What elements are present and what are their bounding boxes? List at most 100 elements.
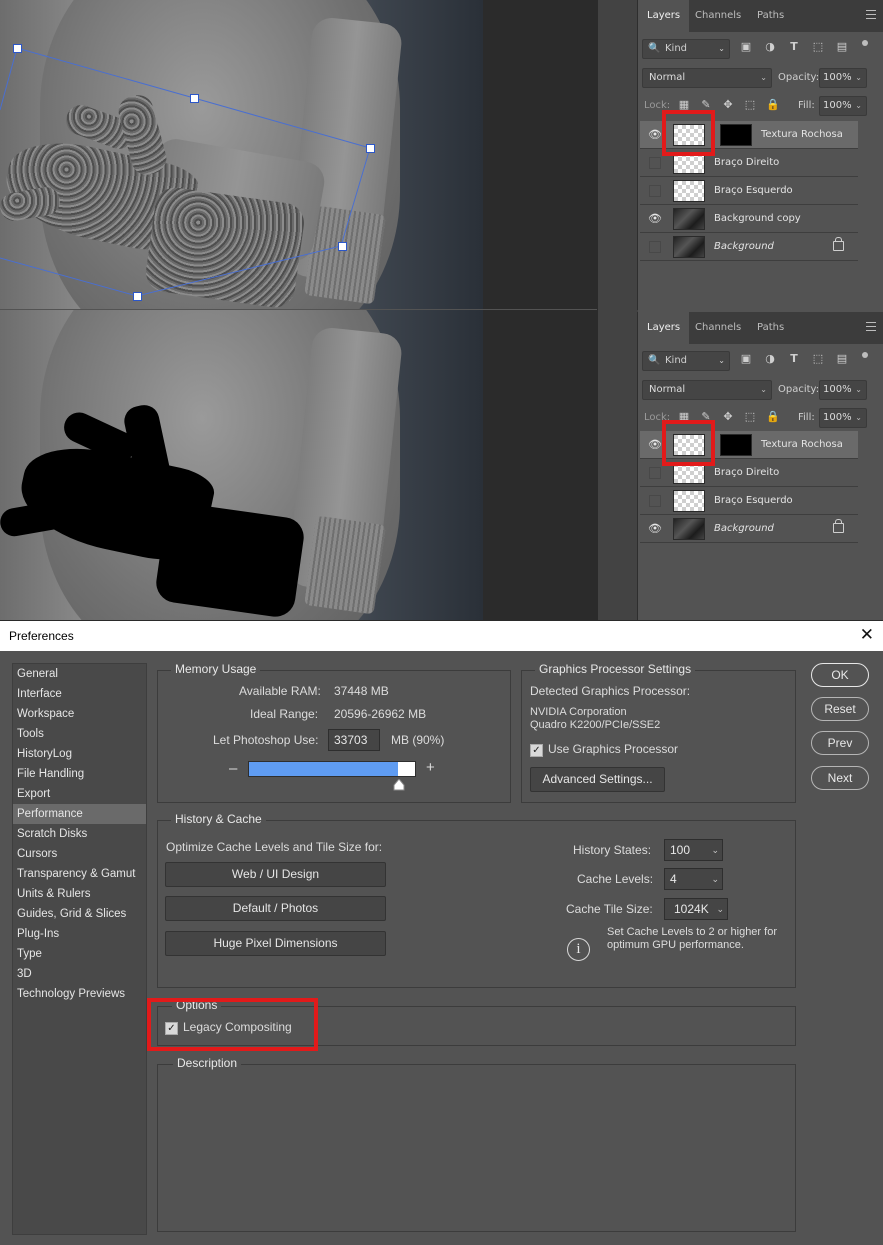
fill-input[interactable]: 100% ⌄ <box>819 96 867 116</box>
reset-button[interactable]: Reset <box>811 697 869 721</box>
canvas-top[interactable] <box>0 0 483 309</box>
nav-item-plug-ins[interactable]: Plug-Ins <box>13 924 146 944</box>
visibility-toggle[interactable] <box>649 185 661 197</box>
nav-item-units-rulers[interactable]: Units & Rulers <box>13 884 146 904</box>
visibility-toggle[interactable] <box>649 157 661 169</box>
lock-position-icon[interactable]: ✥ <box>722 99 734 111</box>
cache-tile-size-label: Cache Tile Size: <box>566 902 653 916</box>
transform-handle[interactable] <box>133 292 142 301</box>
nav-item-performance[interactable]: Performance <box>13 804 146 824</box>
cache-levels-input[interactable]: 4 ⌄ <box>664 868 723 890</box>
kind-filter[interactable]: 🔍 Kind ⌄ <box>642 39 730 59</box>
type-filter-icon[interactable]: T <box>788 353 800 365</box>
web-ui-design-button[interactable]: Web / UI Design <box>165 862 386 887</box>
visibility-eye-icon[interactable]: 👁 <box>648 212 662 225</box>
lock-artboard-icon[interactable]: ⬚ <box>744 411 756 423</box>
slider-thumb-icon[interactable] <box>393 779 405 791</box>
visibility-toggle[interactable] <box>649 495 661 507</box>
layer-name: Braço Esquerdo <box>714 495 793 506</box>
layer-mask-thumbnail[interactable] <box>720 124 752 146</box>
tab-layers[interactable]: Layers <box>638 312 690 344</box>
nav-item-export[interactable]: Export <box>13 784 146 804</box>
tab-channels[interactable]: Channels <box>686 0 750 32</box>
visibility-eye-icon[interactable]: 👁 <box>648 128 662 141</box>
smart-object-filter-icon[interactable]: ▤ <box>836 353 848 365</box>
adjustment-filter-icon[interactable]: ◑ <box>764 41 776 53</box>
panel-menu-icon[interactable] <box>866 322 876 331</box>
panel-menu-icon[interactable] <box>866 10 876 19</box>
visibility-eye-icon[interactable]: 👁 <box>648 522 662 535</box>
lock-all-icon[interactable]: 🔒 <box>766 411 780 423</box>
nav-item-workspace[interactable]: Workspace <box>13 704 146 724</box>
advanced-settings-button[interactable]: Advanced Settings... <box>530 767 665 792</box>
lock-all-icon[interactable]: 🔒 <box>766 99 780 111</box>
nav-item-transparency-gamut[interactable]: Transparency & Gamut <box>13 864 146 884</box>
decrease-ram-button[interactable]: – <box>229 760 237 777</box>
ram-slider[interactable] <box>248 761 416 777</box>
cache-tile-size-select[interactable]: 1024K ⌄ <box>664 898 728 920</box>
nav-item-file-handling[interactable]: File Handling <box>13 764 146 784</box>
pixel-filter-icon[interactable]: ▣ <box>740 41 752 53</box>
transform-handle[interactable] <box>366 144 375 153</box>
transform-handle[interactable] <box>190 94 199 103</box>
blend-mode-select[interactable]: Normal ⌄ <box>642 68 772 88</box>
chevron-down-icon: ⌄ <box>760 73 767 82</box>
tab-layers[interactable]: Layers <box>638 0 690 32</box>
layer-row-background[interactable]: 👁 Background <box>640 515 858 543</box>
nav-item-interface[interactable]: Interface <box>13 684 146 704</box>
tab-channels[interactable]: Channels <box>686 312 750 344</box>
filter-toggle-icon[interactable] <box>862 352 868 358</box>
nav-item-cursors[interactable]: Cursors <box>13 844 146 864</box>
close-icon[interactable]: ✕ <box>860 625 874 645</box>
layer-row-braco-esquerdo[interactable]: Braço Esquerdo <box>640 177 858 205</box>
tab-paths[interactable]: Paths <box>748 0 793 32</box>
nav-item-guides-grid-slices[interactable]: Guides, Grid & Slices <box>13 904 146 924</box>
layer-row-braco-esquerdo[interactable]: Braço Esquerdo <box>640 487 858 515</box>
transform-bounding-box[interactable] <box>0 0 483 309</box>
dialog-titlebar: Preferences ✕ <box>0 621 883 651</box>
nav-item-type[interactable]: Type <box>13 944 146 964</box>
prev-button[interactable]: Prev <box>811 731 869 755</box>
shape-filter-icon[interactable]: ⬚ <box>812 353 824 365</box>
cache-tile-size-value: 1024K <box>674 902 709 916</box>
visibility-eye-icon[interactable]: 👁 <box>648 438 662 451</box>
opacity-input[interactable]: 100% ⌄ <box>819 68 867 88</box>
next-button[interactable]: Next <box>811 766 869 790</box>
shape-filter-icon[interactable]: ⬚ <box>812 41 824 53</box>
search-icon: 🔍 <box>648 43 661 54</box>
tab-paths[interactable]: Paths <box>748 312 793 344</box>
default-photos-button[interactable]: Default / Photos <box>165 896 386 921</box>
huge-pixel-dimensions-button[interactable]: Huge Pixel Dimensions <box>165 931 386 956</box>
history-states-input[interactable]: 100 ⌄ <box>664 839 723 861</box>
visibility-toggle[interactable] <box>649 241 661 253</box>
kind-filter[interactable]: 🔍 Kind ⌄ <box>642 351 730 371</box>
ok-button[interactable]: OK <box>811 663 869 687</box>
adjustment-filter-icon[interactable]: ◑ <box>764 353 776 365</box>
transform-handle[interactable] <box>338 242 347 251</box>
fill-input[interactable]: 100% ⌄ <box>819 408 867 428</box>
blend-mode-select[interactable]: Normal ⌄ <box>642 380 772 400</box>
filter-toggle-icon[interactable] <box>862 40 868 46</box>
nav-item-3d[interactable]: 3D <box>13 964 146 984</box>
lock-artboard-icon[interactable]: ⬚ <box>744 99 756 111</box>
layer-row-background-copy[interactable]: 👁 Background copy <box>640 205 858 233</box>
smart-object-filter-icon[interactable]: ▤ <box>836 41 848 53</box>
nav-item-scratch-disks[interactable]: Scratch Disks <box>13 824 146 844</box>
nav-item-tools[interactable]: Tools <box>13 724 146 744</box>
nav-item-history-log[interactable]: HistoryLog <box>13 744 146 764</box>
use-gpu-checkbox[interactable]: ✓ <box>530 744 543 757</box>
ram-amount-input[interactable]: 33703 <box>328 729 380 751</box>
lock-position-icon[interactable]: ✥ <box>722 411 734 423</box>
type-filter-icon[interactable]: T <box>788 41 800 53</box>
canvas-bottom[interactable] <box>0 310 483 620</box>
layer-row-background[interactable]: Background <box>640 233 858 261</box>
transform-handle[interactable] <box>13 44 22 53</box>
nav-item-general[interactable]: General <box>13 664 146 684</box>
layer-thumbnail <box>673 180 705 202</box>
increase-ram-button[interactable]: + <box>426 759 435 776</box>
pixel-filter-icon[interactable]: ▣ <box>740 353 752 365</box>
visibility-toggle[interactable] <box>649 467 661 479</box>
nav-item-technology-previews[interactable]: Technology Previews <box>13 984 146 1004</box>
layer-mask-thumbnail[interactable] <box>720 434 752 456</box>
opacity-input[interactable]: 100% ⌄ <box>819 380 867 400</box>
